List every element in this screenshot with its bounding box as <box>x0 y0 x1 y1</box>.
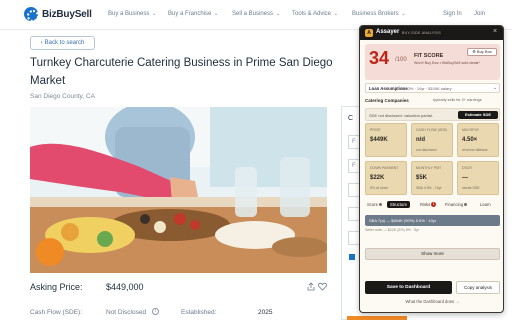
dot-icon <box>378 203 382 206</box>
show-more-button[interactable]: Show more <box>365 248 500 260</box>
copy-analysis-button[interactable]: Copy analysis <box>456 281 500 294</box>
assayer-tagline: BUY-SIDE ANALYSIS <box>402 31 441 35</box>
chevron-down-icon: ⌄ <box>152 11 157 17</box>
dashboard-info-link[interactable]: What the Dashboard does → <box>365 299 500 304</box>
established-label: Established: <box>181 309 217 316</box>
fit-score-denominator: /100 <box>395 57 407 63</box>
chevron-down-icon: ⌄ <box>275 11 280 17</box>
fit-score-card: 34 /100 FIT SCORE Won't Buy Box • BizBuy… <box>365 44 500 80</box>
nav-tools-advice[interactable]: Tools & Advice ⌄ <box>292 11 338 17</box>
category-label: Catering Companies <box>365 98 409 103</box>
category-row: Catering Companies typically sells for 2… <box>365 96 500 106</box>
seller-note-row: Seller note — $22K (5%) 6% · 5yr <box>365 228 420 232</box>
gear-icon: ⚙ <box>472 49 476 54</box>
assayer-brand: Assayer <box>376 29 400 35</box>
contact-seller-button[interactable] <box>347 316 407 320</box>
metric-dscr: DSCR — needs SDE <box>457 161 499 195</box>
chevron-down-icon: ⌄ <box>333 11 338 17</box>
listing-photo[interactable] <box>30 107 327 273</box>
close-icon[interactable]: × <box>493 28 497 35</box>
nav-sell-business[interactable]: Sell a Business ⌄ <box>232 11 280 17</box>
tab-risks[interactable]: Risks 1 <box>420 202 437 207</box>
cash-flow-value: Not Disclosed <box>106 309 147 316</box>
asking-price-label: Asking Price: <box>30 282 83 292</box>
logo-mark-icon <box>24 7 39 22</box>
sba-loan-text: SBA 7(a) — $404K (90%) 5.5% · 10yr <box>369 218 437 223</box>
analysis-tabs: Score Structure Risks 1 Financing Learn <box>365 201 500 211</box>
sde-notice: SDE not disclosed: valuation partial. Es… <box>365 108 500 121</box>
share-icon[interactable] <box>307 282 315 291</box>
brand-name: BizBuySell <box>42 8 92 20</box>
buy-box-button[interactable]: ⚙ Buy Box <box>467 48 497 56</box>
fit-score-value: 34 <box>369 48 390 68</box>
back-to-search-button[interactable]: ‹ Back to search <box>30 36 95 50</box>
heart-icon[interactable] <box>318 282 327 291</box>
loan-assumptions-value: 5.50% · 10yr · $100K salary <box>402 86 452 91</box>
estimate-sde-button[interactable]: Estimate SDE <box>458 111 498 119</box>
assayer-panel: A Assayer BUY-SIDE ANALYSIS × 34 /100 FI… <box>359 25 504 313</box>
chevron-down-icon: ⌄ <box>401 11 406 17</box>
listing-location: San Diego County, CA <box>30 93 95 100</box>
listing-title: Turnkey Charcuterie Catering Business in… <box>30 57 333 87</box>
metric-cash-flow: CASH FLOW (SDE) n/d not disclosed <box>411 123 453 157</box>
tab-financing[interactable]: Financing <box>445 202 468 207</box>
chevron-down-icon: ⌄ <box>493 85 498 91</box>
brand-logo[interactable]: BizBuySell <box>24 7 92 22</box>
dot-icon <box>464 203 468 206</box>
info-icon[interactable]: i <box>152 308 159 315</box>
cash-flow-label: Cash Flow (SDE): <box>30 309 83 316</box>
nav-buy-business[interactable]: Buy a Business ⌄ <box>108 11 156 17</box>
loan-assumptions-toggle[interactable]: Loan Assumptions 5.50% · 10yr · $100K sa… <box>365 83 500 93</box>
metric-monthly-payment: MONTHLY PMT $5K SBA 4.5% · 10yr <box>411 161 453 195</box>
nav-business-brokers[interactable]: Business Brokers ⌄ <box>352 11 406 17</box>
category-note: typically sells for 2+ earnings <box>433 98 482 102</box>
nav-buy-franchise[interactable]: Buy a Franchise ⌄ <box>168 11 218 17</box>
sba-loan-row: SBA 7(a) — $404K (90%) 5.5% · 10yr <box>365 215 500 226</box>
fit-score-label: FIT SCORE <box>414 53 444 59</box>
sde-note: SDE not disclosed: valuation partial. <box>369 113 434 118</box>
metric-down-payment: DOWN PAYMENT $22K 5% at close <box>365 161 407 195</box>
risk-count-badge: 1 <box>431 202 437 207</box>
asking-price-value: $449,000 <box>106 282 144 292</box>
consent-checkbox[interactable] <box>349 254 355 260</box>
established-value: 2025 <box>258 309 273 316</box>
metric-price: PRICE $449K <box>365 123 407 157</box>
save-to-dashboard-button[interactable]: Save to Dashboard <box>365 281 452 294</box>
tab-score[interactable]: Score <box>367 202 382 207</box>
fit-score-subtitle: Won't Buy Box • BizBuySell sold deals* <box>414 61 480 65</box>
contact-heading: C <box>348 115 354 122</box>
charcuterie-photo-image <box>30 107 327 273</box>
sign-in-link[interactable]: Sign In <box>443 11 462 17</box>
assayer-header: A Assayer BUY-SIDE ANALYSIS × <box>360 26 503 40</box>
tab-structure[interactable]: Structure <box>387 201 410 208</box>
chevron-left-icon: ‹ <box>40 40 43 46</box>
tab-learn[interactable]: Learn <box>480 202 491 207</box>
chevron-down-icon: ⌄ <box>214 11 219 17</box>
metric-multiple: MULTIPLE 4.50× revenue fallback <box>457 123 499 157</box>
assayer-logo-icon: A <box>365 29 373 37</box>
join-link[interactable]: Join <box>474 11 485 17</box>
